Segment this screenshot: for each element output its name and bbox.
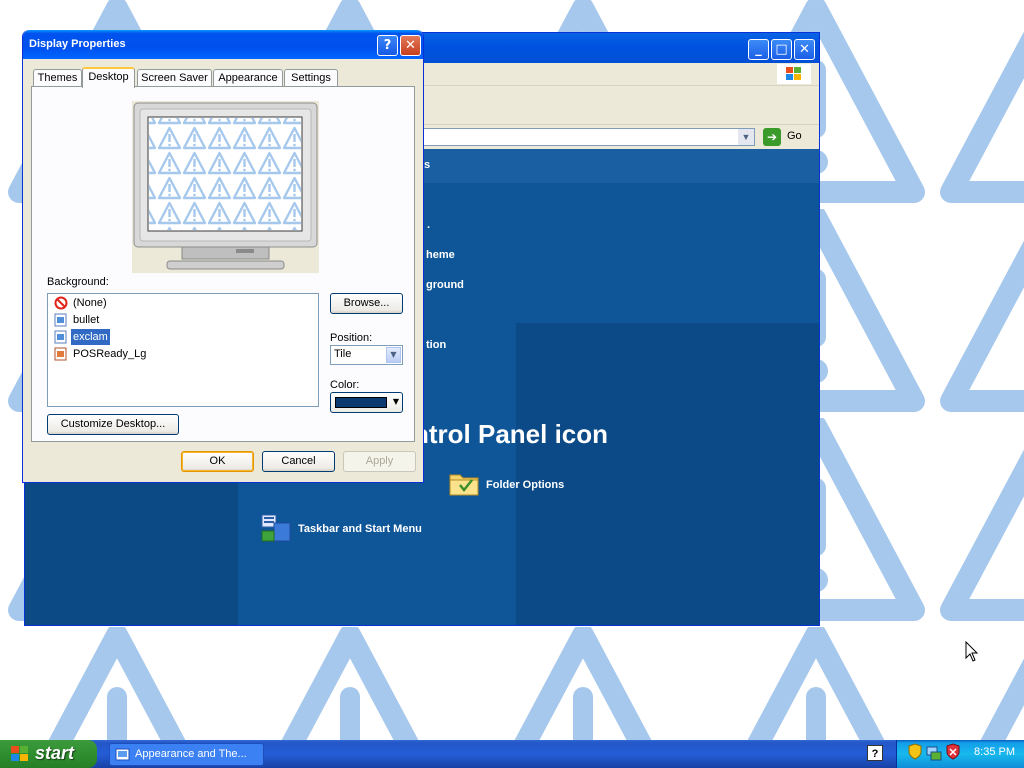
background-item-label: POSReady_Lg xyxy=(73,348,147,360)
start-label: start xyxy=(35,743,75,763)
background-item-label: (None) xyxy=(73,297,107,309)
position-select[interactable]: Tile ▼ xyxy=(330,345,403,365)
decorative-panel xyxy=(516,323,819,625)
network-icon xyxy=(926,746,942,761)
dialog-title: Display Properties xyxy=(29,38,126,50)
background-item-label: bullet xyxy=(73,314,100,326)
customize-desktop-button[interactable]: Customize Desktop... xyxy=(47,414,179,435)
tray-icons xyxy=(908,743,960,761)
tab-settings[interactable]: Settings xyxy=(284,69,338,86)
security-shield-icon xyxy=(908,743,922,760)
browse-button[interactable]: Browse... xyxy=(330,293,403,314)
taskbar-window-button[interactable]: Appearance and The... xyxy=(109,743,264,766)
task-link-fragment[interactable]: . xyxy=(427,219,430,231)
close-button[interactable]: ✕ xyxy=(400,35,421,56)
folder-options-icon xyxy=(449,474,479,496)
go-label: Go xyxy=(787,130,802,142)
windows-logo-icon xyxy=(11,746,28,761)
background-list[interactable]: (None) bullet exclam POSReady_Lg xyxy=(47,293,319,407)
color-swatch xyxy=(335,397,387,408)
tab-themes[interactable]: Themes xyxy=(33,69,82,86)
image-file-icon xyxy=(54,313,67,327)
tab-desktop[interactable]: Desktop xyxy=(82,67,135,88)
tab-appearance[interactable]: Appearance xyxy=(213,69,283,86)
position-value: Tile xyxy=(334,348,352,360)
start-button[interactable]: start xyxy=(0,740,97,768)
color-picker-button[interactable]: ▼ xyxy=(330,392,403,413)
task-link-fragment[interactable]: ground xyxy=(426,279,464,291)
image-file-icon xyxy=(54,330,67,344)
background-label: Background: xyxy=(47,276,109,288)
background-item-label: exclam xyxy=(71,329,110,345)
dialog-titlebar[interactable]: Display Properties ? ✕ xyxy=(23,30,423,59)
chevron-down-icon[interactable]: ▼ xyxy=(386,347,401,363)
position-label: Position: xyxy=(330,332,373,344)
mouse-cursor-icon xyxy=(965,641,979,662)
help-icon[interactable]: ? xyxy=(867,745,883,761)
taskbar-start-menu-label: Taskbar and Start Menu xyxy=(298,523,422,535)
address-input[interactable]: ▼ xyxy=(415,128,755,146)
folder-options-label: Folder Options xyxy=(486,479,565,491)
minimize-button[interactable]: _ xyxy=(748,39,769,60)
display-properties-dialog[interactable]: Display Properties ? ✕ Themes Desktop Sc… xyxy=(22,30,424,483)
control-panel-icon xyxy=(115,748,130,761)
help-button[interactable]: ? xyxy=(377,35,398,56)
windows-logo-icon xyxy=(777,64,811,84)
none-icon xyxy=(54,296,68,310)
apply-button[interactable]: Apply xyxy=(343,451,416,472)
security-alert-icon xyxy=(946,743,960,760)
taskbar-window-label: Appearance and The... xyxy=(135,748,247,760)
ok-button[interactable]: OK xyxy=(181,451,254,472)
chevron-down-icon[interactable]: ▼ xyxy=(738,129,754,145)
taskbar-start-menu-icon xyxy=(261,514,291,542)
cancel-button[interactable]: Cancel xyxy=(262,451,335,472)
monitor-preview xyxy=(132,101,319,273)
task-link-fragment[interactable]: s xyxy=(424,159,430,171)
system-tray: 8:35 PM xyxy=(896,740,1024,768)
color-label: Color: xyxy=(330,379,360,391)
maximize-button[interactable]: □ xyxy=(771,39,792,60)
go-arrow-icon: ➔ xyxy=(763,128,781,146)
go-button[interactable]: ➔ Go xyxy=(763,128,811,146)
close-button[interactable]: ✕ xyxy=(794,39,815,60)
chevron-down-icon: ▼ xyxy=(392,397,399,406)
task-link-fragment[interactable]: tion xyxy=(426,339,446,351)
desktop-tab-panel: Background: (None) bullet exclam POSRead… xyxy=(31,86,415,442)
image-file-icon xyxy=(54,347,67,361)
task-link-fragment[interactable]: heme xyxy=(426,249,455,261)
tab-screen-saver[interactable]: Screen Saver xyxy=(137,69,212,86)
clock[interactable]: 8:35 PM xyxy=(974,746,1015,758)
section-heading: ntrol Panel icon xyxy=(413,419,609,449)
